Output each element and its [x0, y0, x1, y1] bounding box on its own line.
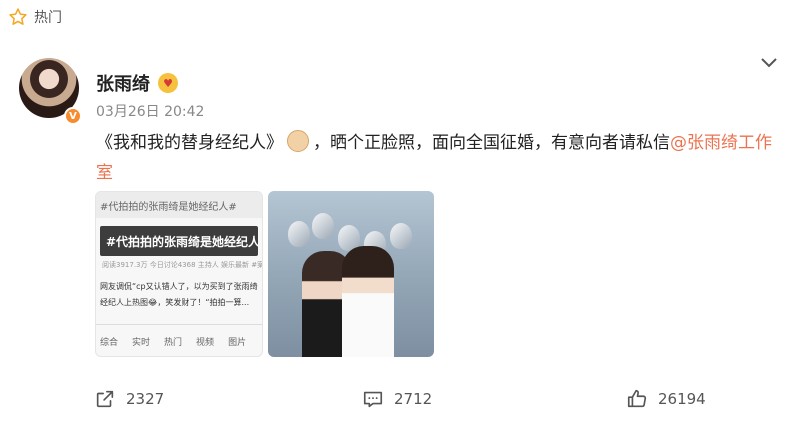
like-button[interactable]: 26194 — [626, 388, 706, 410]
thumbs-up-icon — [627, 389, 647, 408]
image-text-line-1: 网友调侃“cp又认错人了，以为买到了张雨绮 — [100, 282, 258, 291]
verified-badge: V — [64, 107, 82, 125]
author-name[interactable]: 张雨绮 — [96, 70, 150, 96]
comment-count: 2712 — [394, 390, 433, 408]
balloon-decoration — [312, 213, 334, 239]
post-image-screenshot[interactable]: #代拍拍的张雨绮是她经纪人# #代拍拍的张雨绮是她经纪人# 阅读3917.3万 … — [95, 191, 263, 357]
hot-section-header: 热门 — [8, 5, 62, 29]
dog-emoji-icon — [287, 130, 309, 152]
balloon-decoration — [288, 221, 310, 247]
like-count: 26194 — [658, 390, 706, 408]
image-meta: 阅读3917.3万 今日讨论4368 主持人 娱乐最新 #案媒体发布 — [102, 261, 262, 269]
image-hashtag-banner: #代拍拍的张雨绮是她经纪人# — [100, 226, 258, 256]
image-hashtag-header: #代拍拍的张雨绮是她经纪人# — [96, 192, 262, 218]
post-text: 《我和我的替身经纪人》 ，晒个正脸照，面向全国征婚，有意向者请私信@张雨绮工作室 — [96, 128, 786, 188]
post-text-body: ，晒个正脸照，面向全国征婚，有意向者请私信 — [313, 133, 670, 153]
heart-eyes-emoji-icon: ♥ — [158, 73, 178, 93]
image-tab: 热门 — [164, 338, 183, 348]
hot-label: 热门 — [34, 10, 62, 26]
post-text-title: 《我和我的替身经纪人》 — [96, 133, 283, 153]
chevron-down-icon[interactable] — [760, 55, 778, 69]
image-tab: 实时 — [132, 338, 151, 348]
balloon-decoration — [390, 223, 412, 249]
action-bar: 2327 2712 26194 — [0, 388, 800, 414]
post-image-photo[interactable] — [268, 191, 434, 357]
comment-button[interactable]: 2712 — [362, 388, 432, 410]
share-button[interactable]: 2327 — [94, 388, 164, 410]
star-icon — [9, 8, 27, 25]
post-timestamp[interactable]: 03月26日 20:42 — [96, 101, 204, 121]
photo-person-right — [342, 246, 394, 357]
image-tab-row: 综合 实时 热门 视频 图片 — [96, 324, 262, 348]
image-tab: 图片 — [228, 338, 247, 348]
share-count: 2327 — [126, 390, 165, 408]
author-row: 张雨绮 ♥ — [96, 70, 178, 96]
image-tab: 视频 — [196, 338, 215, 348]
image-text-line-2: 经纪人上热图😂，笑发财了！“拍拍一算... — [100, 298, 250, 307]
image-tab: 综合 — [100, 338, 119, 348]
share-icon — [96, 390, 114, 408]
comment-icon — [363, 391, 383, 408]
